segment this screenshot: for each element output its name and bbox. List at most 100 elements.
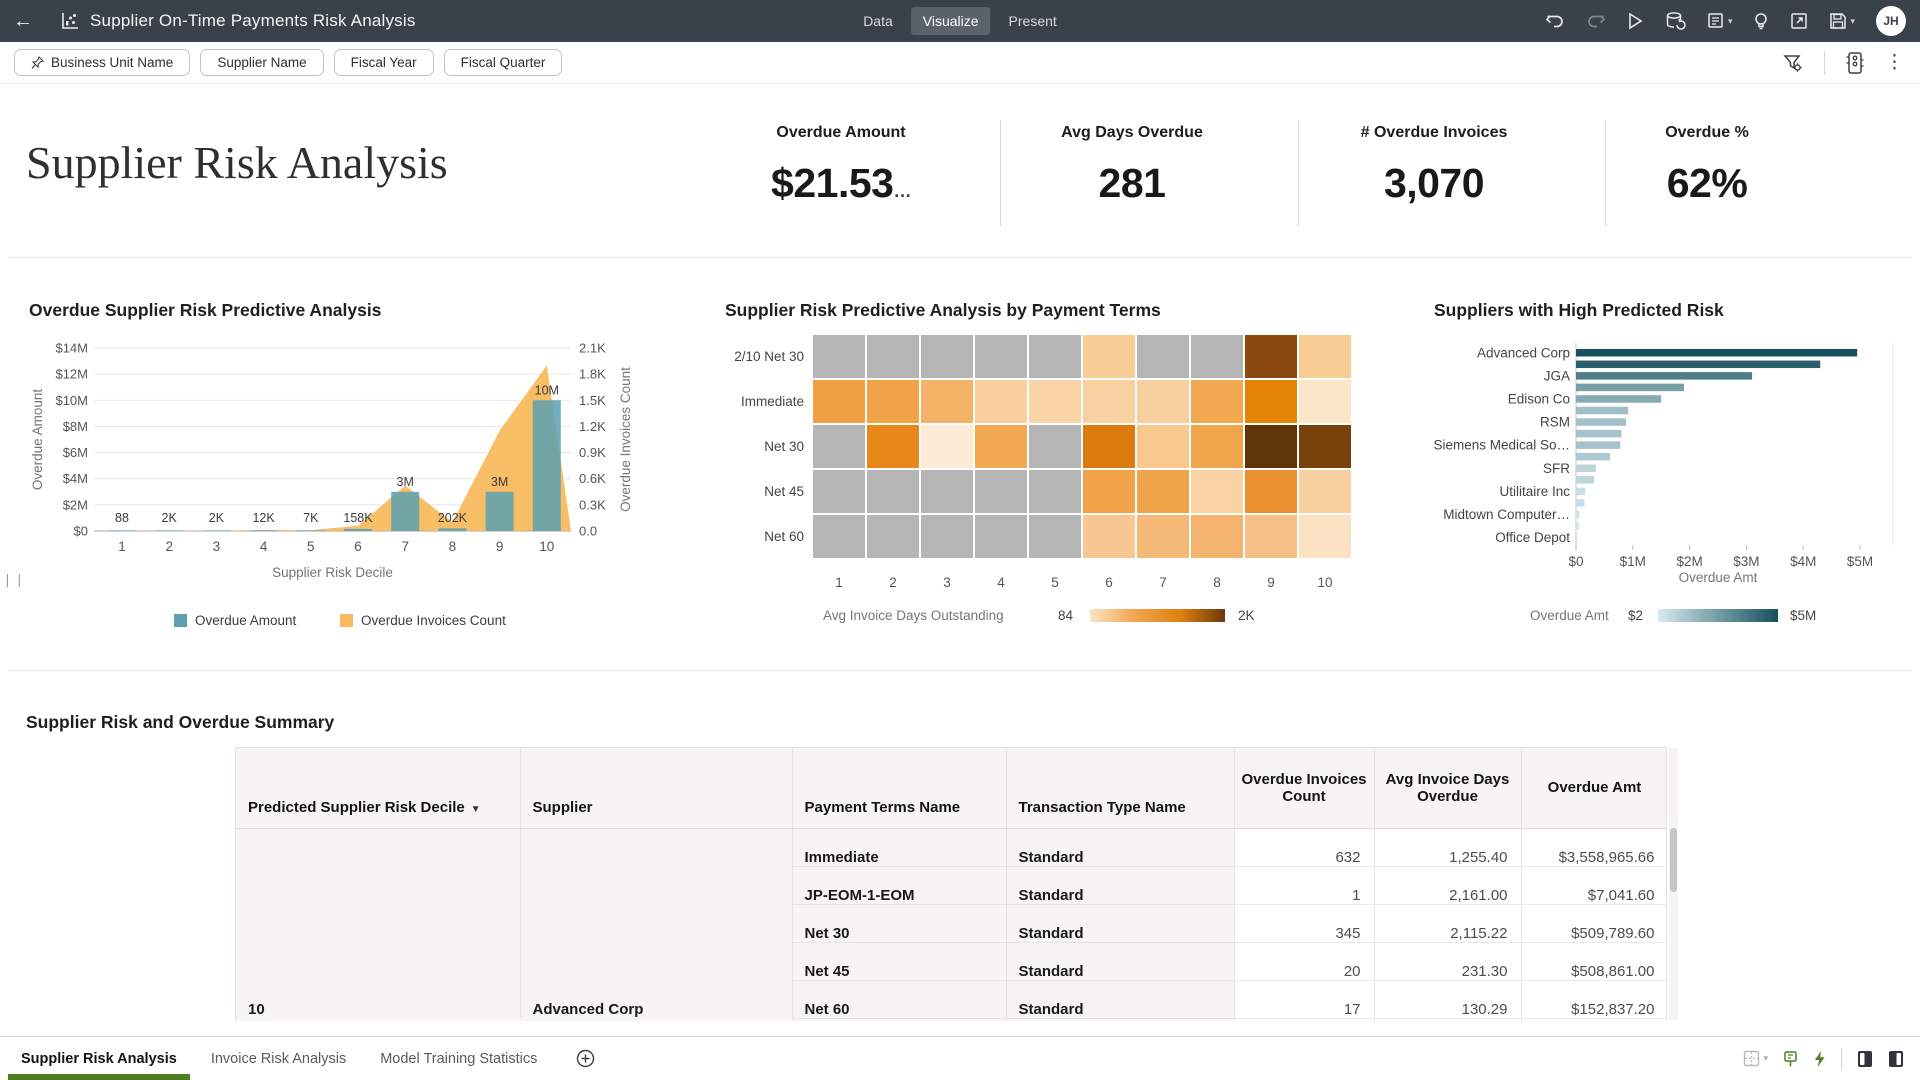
cell-transaction-type[interactable]: Standard (1006, 942, 1234, 980)
canvas-tab-model-training-statistics[interactable]: Model Training Statistics (367, 1037, 550, 1080)
add-canvas-icon[interactable] (576, 1037, 595, 1080)
heatmap-cell-0-2[interactable] (920, 334, 974, 379)
canvas-layout-icon[interactable]: ▾ (1743, 1050, 1768, 1067)
cell-payment-terms[interactable]: Net 45 (792, 942, 1006, 980)
cell-avg-days[interactable]: 130.29 (1374, 980, 1521, 1018)
hbar-supplier-16[interactable] (1576, 534, 1578, 542)
more-options-kebab-icon[interactable]: ⋮ (1885, 53, 1904, 72)
hbar-supplier-2[interactable] (1576, 372, 1752, 380)
table-row-0[interactable]: 10Advanced CorpImmediateStandard6321,255… (236, 828, 1667, 866)
canvas-tab-supplier-risk-analysis[interactable]: Supplier Risk Analysis (8, 1037, 190, 1080)
hbar-supplier-3[interactable] (1576, 384, 1684, 392)
heatmap-cell-3-4[interactable] (1028, 469, 1082, 514)
notes-icon[interactable]: ▾ (1707, 12, 1733, 30)
heatmap-cell-3-2[interactable] (920, 469, 974, 514)
heatmap-cell-2-8[interactable] (1244, 424, 1298, 469)
panel-resize-handle[interactable]: ❘❘ (2, 572, 26, 588)
bar-decile-6[interactable] (344, 529, 372, 531)
heatmap-cell-3-1[interactable] (866, 469, 920, 514)
heatmap-cell-1-3[interactable] (974, 379, 1028, 424)
heatmap-cell-1-2[interactable] (920, 379, 974, 424)
cell-overdue-amt[interactable]: $3,558,965.66 (1521, 828, 1667, 866)
bar-decile-2[interactable] (155, 530, 183, 531)
avatar[interactable]: JH (1876, 6, 1906, 36)
cell-transaction-type[interactable]: Standard (1006, 828, 1234, 866)
heatmap-cell-4-8[interactable] (1244, 514, 1298, 559)
cell-payment-terms[interactable]: Net 60 (792, 980, 1006, 1018)
filter-pill-business-unit-name[interactable]: Business Unit Name (14, 49, 190, 76)
cell-payment-terms[interactable]: Immediate (792, 828, 1006, 866)
undo-icon[interactable] (1545, 12, 1565, 30)
hbar-supplier-0[interactable] (1576, 349, 1857, 357)
kpi-tile-avg-days-overdue[interactable]: Avg Days Overdue281 (1022, 124, 1242, 207)
cell-avg-days[interactable]: 1,255.40 (1374, 828, 1521, 866)
hbar-supplier-5[interactable] (1576, 407, 1628, 415)
col-header-5[interactable]: Avg Invoice Days Overdue (1374, 748, 1521, 828)
bar-decile-1[interactable] (108, 530, 136, 531)
filter-pill-supplier-name[interactable]: Supplier Name (200, 49, 323, 76)
hbar-supplier-15[interactable] (1576, 522, 1579, 530)
bar-decile-7[interactable] (391, 492, 419, 531)
heatmap-cell-3-0[interactable] (812, 469, 866, 514)
heatmap-cell-4-2[interactable] (920, 514, 974, 559)
heatmap-cell-1-7[interactable] (1190, 379, 1244, 424)
kpi-tile--overdue-invoices[interactable]: # Overdue Invoices3,070 (1324, 124, 1544, 207)
heatmap-cell-1-4[interactable] (1028, 379, 1082, 424)
heatmap-cell-2-7[interactable] (1190, 424, 1244, 469)
cell-overdue-invoices[interactable]: 345 (1234, 904, 1374, 942)
hbar-supplier-6[interactable] (1576, 418, 1626, 426)
bar-decile-3[interactable] (202, 530, 230, 531)
bar-decile-9[interactable] (486, 492, 514, 531)
cell-payment-terms[interactable]: JP-EOM-1-EOM (792, 866, 1006, 904)
hbar-supplier-7[interactable] (1576, 430, 1621, 438)
cell-transaction-type[interactable]: Standard (1006, 866, 1234, 904)
toggle-left-panel-icon[interactable] (1857, 1050, 1873, 1068)
heatmap-cell-4-3[interactable] (974, 514, 1028, 559)
heatmap-cell-3-5[interactable] (1082, 469, 1136, 514)
bar-decile-10[interactable] (533, 400, 561, 531)
table-scrollbar-thumb[interactable] (1670, 828, 1677, 892)
heatmap-cell-4-6[interactable] (1136, 514, 1190, 559)
filter-pill-fiscal-quarter[interactable]: Fiscal Quarter (444, 49, 563, 76)
canvas-filter-pin-icon[interactable] (1783, 1050, 1798, 1068)
bar-decile-5[interactable] (297, 530, 325, 531)
filter-settings-icon[interactable] (1782, 52, 1804, 74)
heatmap-cell-4-5[interactable] (1082, 514, 1136, 559)
heatmap-cell-2-4[interactable] (1028, 424, 1082, 469)
bar-decile-4[interactable] (250, 530, 278, 531)
cell-overdue-invoices[interactable]: 632 (1234, 828, 1374, 866)
heatmap-cell-0-6[interactable] (1136, 334, 1190, 379)
heatmap-cell-0-8[interactable] (1244, 334, 1298, 379)
mode-tab-visualize[interactable]: Visualize (911, 7, 991, 35)
heatmap-cell-3-6[interactable] (1136, 469, 1190, 514)
cell-overdue-invoices[interactable]: 17 (1234, 980, 1374, 1018)
heatmap-cell-0-9[interactable] (1298, 334, 1352, 379)
hbar-supplier-1[interactable] (1576, 361, 1820, 369)
export-icon[interactable] (1790, 12, 1808, 30)
col-header-1[interactable]: Supplier (520, 748, 792, 828)
heatmap-cell-4-7[interactable] (1190, 514, 1244, 559)
heatmap-cell-3-8[interactable] (1244, 469, 1298, 514)
col-header-0[interactable]: Predicted Supplier Risk Decile▼ (236, 748, 520, 828)
heatmap-cell-2-2[interactable] (920, 424, 974, 469)
heatmap-cell-0-5[interactable] (1082, 334, 1136, 379)
hbar-supplier-12[interactable] (1576, 488, 1585, 496)
heatmap-cell-0-4[interactable] (1028, 334, 1082, 379)
heatmap-cell-0-7[interactable] (1190, 334, 1244, 379)
hbar-supplier-9[interactable] (1576, 453, 1610, 461)
preview-play-icon[interactable] (1627, 12, 1643, 30)
heatmap-cell-4-4[interactable] (1028, 514, 1082, 559)
cell-overdue-amt[interactable]: $7,041.60 (1521, 866, 1667, 904)
cell-payment-terms[interactable]: Net 30 (792, 904, 1006, 942)
cell-avg-days[interactable]: 231.30 (1374, 942, 1521, 980)
heatmap-cell-3-9[interactable] (1298, 469, 1352, 514)
cell-overdue-amt[interactable]: $509,789.60 (1521, 904, 1667, 942)
cell-risk-decile[interactable]: 10 (236, 828, 520, 1018)
save-icon[interactable]: ▾ (1829, 12, 1855, 30)
hbar-supplier-8[interactable] (1576, 441, 1620, 449)
cell-overdue-amt[interactable]: $152,837.20 (1521, 980, 1667, 1018)
col-header-2[interactable]: Payment Terms Name (792, 748, 1006, 828)
mode-tab-present[interactable]: Present (997, 7, 1069, 35)
heatmap-cell-1-9[interactable] (1298, 379, 1352, 424)
cell-overdue-amt[interactable]: $508,861.00 (1521, 942, 1667, 980)
